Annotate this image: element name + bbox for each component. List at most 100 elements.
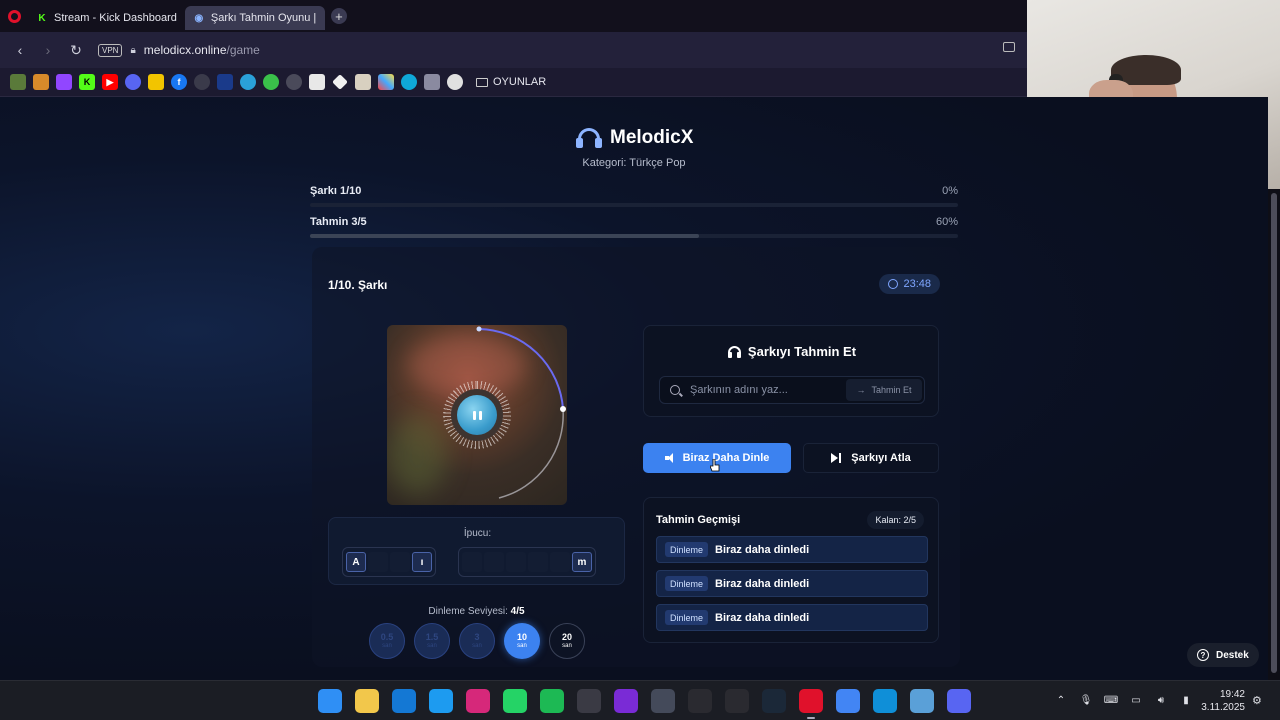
step-unit: san (472, 642, 482, 649)
purple-app-icon[interactable] (614, 689, 638, 713)
hint-letter (390, 552, 410, 572)
whatsapp-icon[interactable] (503, 689, 527, 713)
menu-icon[interactable] (355, 74, 371, 90)
hint-letter (368, 552, 388, 572)
url-path: /game (226, 43, 260, 57)
listen-level-label: Dinleme Seviyesi: 4/5 (328, 606, 625, 617)
yellow-icon[interactable] (148, 74, 164, 90)
clock-time: 19:42 (1219, 689, 1245, 700)
last-fm-icon[interactable] (217, 74, 233, 90)
green-icon[interactable] (263, 74, 279, 90)
taskbar-clock[interactable]: 19:42 3.11.2025 (1200, 688, 1245, 714)
obs-icon[interactable] (577, 689, 601, 713)
step-unit: san (562, 642, 572, 649)
ring-app-icon[interactable] (651, 689, 675, 713)
listen-step-3: 3 san (459, 623, 495, 659)
calendar-icon[interactable] (424, 74, 440, 90)
step-value: 10 (516, 631, 527, 642)
snapshot-icon[interactable] (1003, 42, 1015, 52)
epic-games-icon[interactable] (725, 689, 749, 713)
file-explorer-icon[interactable] (355, 689, 379, 713)
hint-letter: m (572, 552, 592, 572)
guess-input-wrap: → Tahmin Et (659, 376, 925, 404)
guess-progress-track (310, 234, 958, 238)
diamond-icon[interactable] (332, 74, 348, 90)
display-icon[interactable]: ▭ (1129, 693, 1143, 707)
hint-letter: A (346, 552, 366, 572)
keyboard-icon[interactable]: ⌨ (1104, 693, 1118, 707)
water-icon[interactable] (240, 74, 256, 90)
history-type-badge: Dinleme (665, 610, 709, 625)
timer-badge: 23:48 (879, 274, 940, 294)
hint-word-1: A ı (342, 547, 436, 577)
windows-start-icon[interactable] (318, 689, 342, 713)
instagram-icon[interactable] (466, 689, 490, 713)
support-label: Destek (1216, 649, 1249, 661)
url-field[interactable]: melodicx.online/game (144, 43, 260, 57)
address-bar: ‹ › ↻ VPN 🔒︎ melodicx.online/game (0, 32, 1027, 68)
listen-level-steps: 0.5 san 1.5 san 3 san 10 san 20 san (369, 623, 585, 659)
listen-step-4: 10 san (504, 623, 540, 659)
step-value: 20 (561, 631, 572, 642)
discord-icon[interactable] (947, 689, 971, 713)
hint-letter (528, 552, 548, 572)
tab-song-game[interactable]: ◉ Şarkı Tahmin Oyunu | (184, 6, 325, 30)
listen-step-2: 1.5 san (414, 623, 450, 659)
chevron-up-icon[interactable]: ⌃ (1054, 693, 1068, 707)
tab-kick-dashboard[interactable]: K Stream - Kick Dashboard (28, 6, 185, 30)
song-number-title: 1/10. Şarkı (328, 278, 388, 292)
guess-panel: Şarkıyı Tahmin Et → Tahmin Et (643, 325, 939, 417)
scrollbar-thumb[interactable] (1271, 193, 1277, 673)
page-scrollbar[interactable] (1268, 189, 1280, 680)
openai-icon[interactable] (194, 74, 210, 90)
facebook-icon[interactable]: f (171, 74, 187, 90)
reload-button[interactable]: ↻ (62, 36, 90, 64)
notification-icon[interactable]: ⚙ (1252, 694, 1262, 707)
discord-icon[interactable] (125, 74, 141, 90)
submit-guess-button[interactable]: → Tahmin Et (846, 379, 922, 401)
edge-icon[interactable] (873, 689, 897, 713)
support-button[interactable]: ? Destek (1187, 643, 1259, 667)
chrome-icon[interactable] (836, 689, 860, 713)
outlook-icon[interactable] (392, 689, 416, 713)
history-type-badge: Dinleme (665, 542, 709, 557)
skip-song-button[interactable]: Şarkıyı Atla (803, 443, 939, 473)
pumpkin-icon[interactable] (33, 74, 49, 90)
step-unit: san (517, 642, 527, 649)
bookmark-folder-oyunlar[interactable]: OYUNLAR (476, 76, 546, 88)
song-progress-percent: 0% (942, 185, 958, 197)
song-progress-label: Şarkı 1/10 (310, 185, 362, 197)
microphone-icon[interactable]: 🎙︎ (1079, 693, 1093, 707)
step-value: 0.5 (380, 631, 394, 642)
opera-icon[interactable] (799, 689, 823, 719)
battery-icon[interactable]: ▮ (1179, 693, 1193, 707)
kick-icon[interactable]: K (79, 74, 95, 90)
guess-progress-label: Tahmin 3/5 (310, 216, 367, 228)
youtube-icon[interactable]: ▶ (102, 74, 118, 90)
forward-button[interactable]: › (34, 36, 62, 64)
bird-icon[interactable] (447, 74, 463, 90)
doc-icon[interactable] (309, 74, 325, 90)
volume-icon[interactable]: 🔊︎ (1154, 693, 1168, 707)
skip-song-label: Şarkıyı Atla (851, 452, 911, 464)
back-button[interactable]: ‹ (6, 36, 34, 64)
pinterest-icon[interactable] (286, 74, 302, 90)
mosaic-icon[interactable] (378, 74, 394, 90)
vpn-badge[interactable]: VPN (98, 43, 123, 57)
song-guess-input[interactable] (690, 384, 840, 396)
new-tab-button[interactable]: + (330, 8, 347, 24)
lock-icon[interactable]: 🔒︎ (130, 45, 135, 56)
opera-menu-icon[interactable] (0, 0, 28, 32)
spotify-icon[interactable] (540, 689, 564, 713)
playback-handle[interactable] (560, 406, 566, 412)
twitch-icon[interactable] (56, 74, 72, 90)
taskbar-apps (318, 689, 971, 719)
twitter-icon[interactable] (429, 689, 453, 713)
help-icon: ? (1197, 649, 1209, 661)
steam-icon[interactable] (762, 689, 786, 713)
minecraft-icon[interactable] (10, 74, 26, 90)
album-art-player (387, 325, 567, 505)
edge-icon[interactable] (401, 74, 417, 90)
gamesir-icon[interactable] (688, 689, 712, 713)
tool-icon[interactable] (910, 689, 934, 713)
